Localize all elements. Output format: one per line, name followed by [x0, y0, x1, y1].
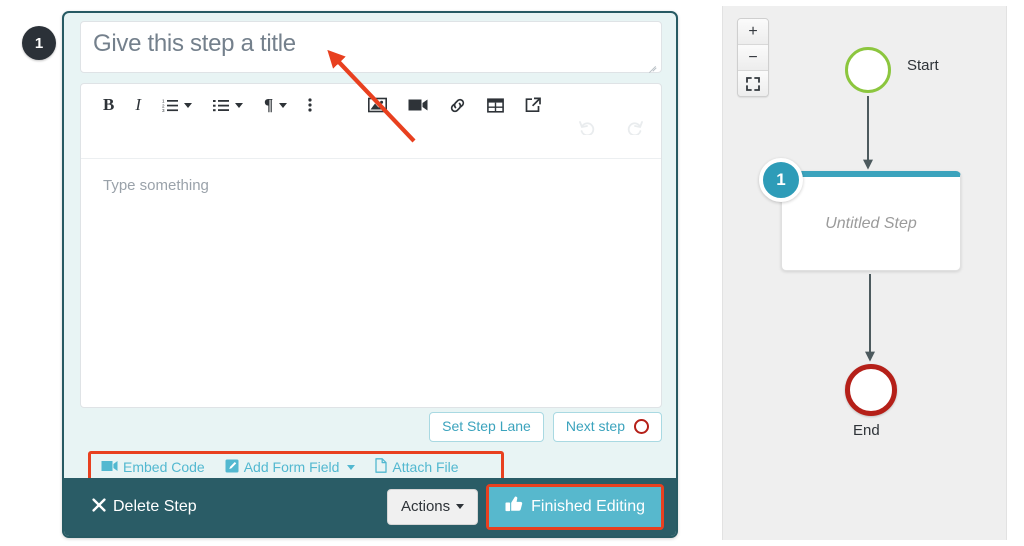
flow-node-step[interactable]: Untitled Step [781, 171, 961, 271]
attach-file-button[interactable]: Attach File [375, 458, 459, 476]
thumbs-up-icon [505, 496, 523, 517]
fit-screen-icon[interactable] [738, 71, 768, 96]
link-icon[interactable] [449, 92, 466, 118]
flow-node-step-label: Untitled Step [825, 214, 917, 232]
ordered-list-caret-icon[interactable] [184, 102, 193, 108]
flow-node-start[interactable] [845, 47, 891, 93]
bold-button[interactable]: B [103, 92, 114, 118]
flow-node-end[interactable] [845, 364, 897, 416]
step-lane-row: Set Step Lane Next step [80, 412, 662, 443]
italic-button[interactable]: I [135, 92, 141, 118]
set-step-lane-button[interactable]: Set Step Lane [429, 412, 544, 443]
attach-file-label: Attach File [392, 459, 459, 475]
file-icon [375, 458, 388, 476]
external-link-icon[interactable] [525, 92, 542, 118]
delete-step-button[interactable]: Delete Step [92, 497, 197, 517]
finished-editing-highlight: Finished Editing [486, 484, 664, 530]
flow-node-step-badge: 1 [759, 158, 803, 202]
screenshot-root: 1 B I 1 2 3 [0, 0, 1024, 546]
ordered-list-icon[interactable]: 1 2 3 [162, 92, 179, 118]
embed-code-label: Embed Code [123, 459, 205, 475]
next-step-button[interactable]: Next step [552, 412, 662, 443]
unordered-list-caret-icon[interactable] [235, 102, 244, 108]
paragraph-caret-icon[interactable] [279, 102, 288, 108]
undo-redo-group [579, 120, 643, 135]
rich-text-placeholder: Type something [103, 177, 209, 194]
delete-step-label: Delete Step [113, 498, 197, 515]
next-step-label: Next step [565, 418, 625, 434]
step-editor-footer: Delete Step Actions Finished Editing [64, 478, 676, 536]
rich-text-body[interactable]: Type something [81, 159, 661, 407]
add-form-field-button[interactable]: Add Form Field [225, 459, 356, 476]
paragraph-format-icon[interactable]: ¶ [264, 92, 273, 118]
svg-text:3: 3 [162, 108, 165, 112]
actions-caret-icon [456, 504, 465, 509]
flow-node-start-label: Start [907, 57, 939, 74]
flowchart-zoom-controls: + − [737, 18, 769, 97]
image-icon[interactable] [368, 92, 388, 118]
annotation-step-badge: 1 [22, 26, 56, 60]
form-field-icon [225, 459, 239, 476]
actions-button[interactable]: Actions [386, 489, 479, 525]
rte-toolbar: B I 1 2 3 ¶ [81, 84, 661, 159]
step-title-input[interactable] [80, 21, 662, 73]
unordered-list-icon[interactable] [213, 92, 230, 118]
zoom-out-button[interactable]: − [738, 45, 768, 71]
zoom-in-button[interactable]: + [738, 19, 768, 45]
footer-actions-group: Actions Finished Editing [386, 484, 664, 530]
redo-icon[interactable] [626, 120, 643, 135]
embed-code-button[interactable]: Embed Code [101, 459, 205, 475]
step-editor-card: B I 1 2 3 [62, 11, 678, 538]
undo-icon[interactable] [579, 120, 596, 135]
flowchart-panel: + − Start Untitled Step 1 End [722, 6, 1007, 540]
add-form-field-label: Add Form Field [243, 459, 340, 475]
flow-node-end-label: End [853, 422, 880, 439]
set-step-lane-label: Set Step Lane [442, 418, 531, 434]
close-x-icon [92, 497, 106, 517]
rich-text-editor: B I 1 2 3 ¶ Type something [80, 83, 662, 408]
table-icon[interactable] [487, 92, 505, 118]
finished-editing-label: Finished Editing [531, 497, 645, 515]
actions-label: Actions [400, 498, 451, 515]
kebab-menu-icon[interactable] [308, 92, 312, 118]
video-icon[interactable] [408, 92, 428, 118]
video-icon [101, 459, 118, 475]
add-form-field-caret-icon [347, 464, 356, 470]
finished-editing-button[interactable]: Finished Editing [489, 487, 661, 527]
red-ring-icon [634, 419, 649, 435]
